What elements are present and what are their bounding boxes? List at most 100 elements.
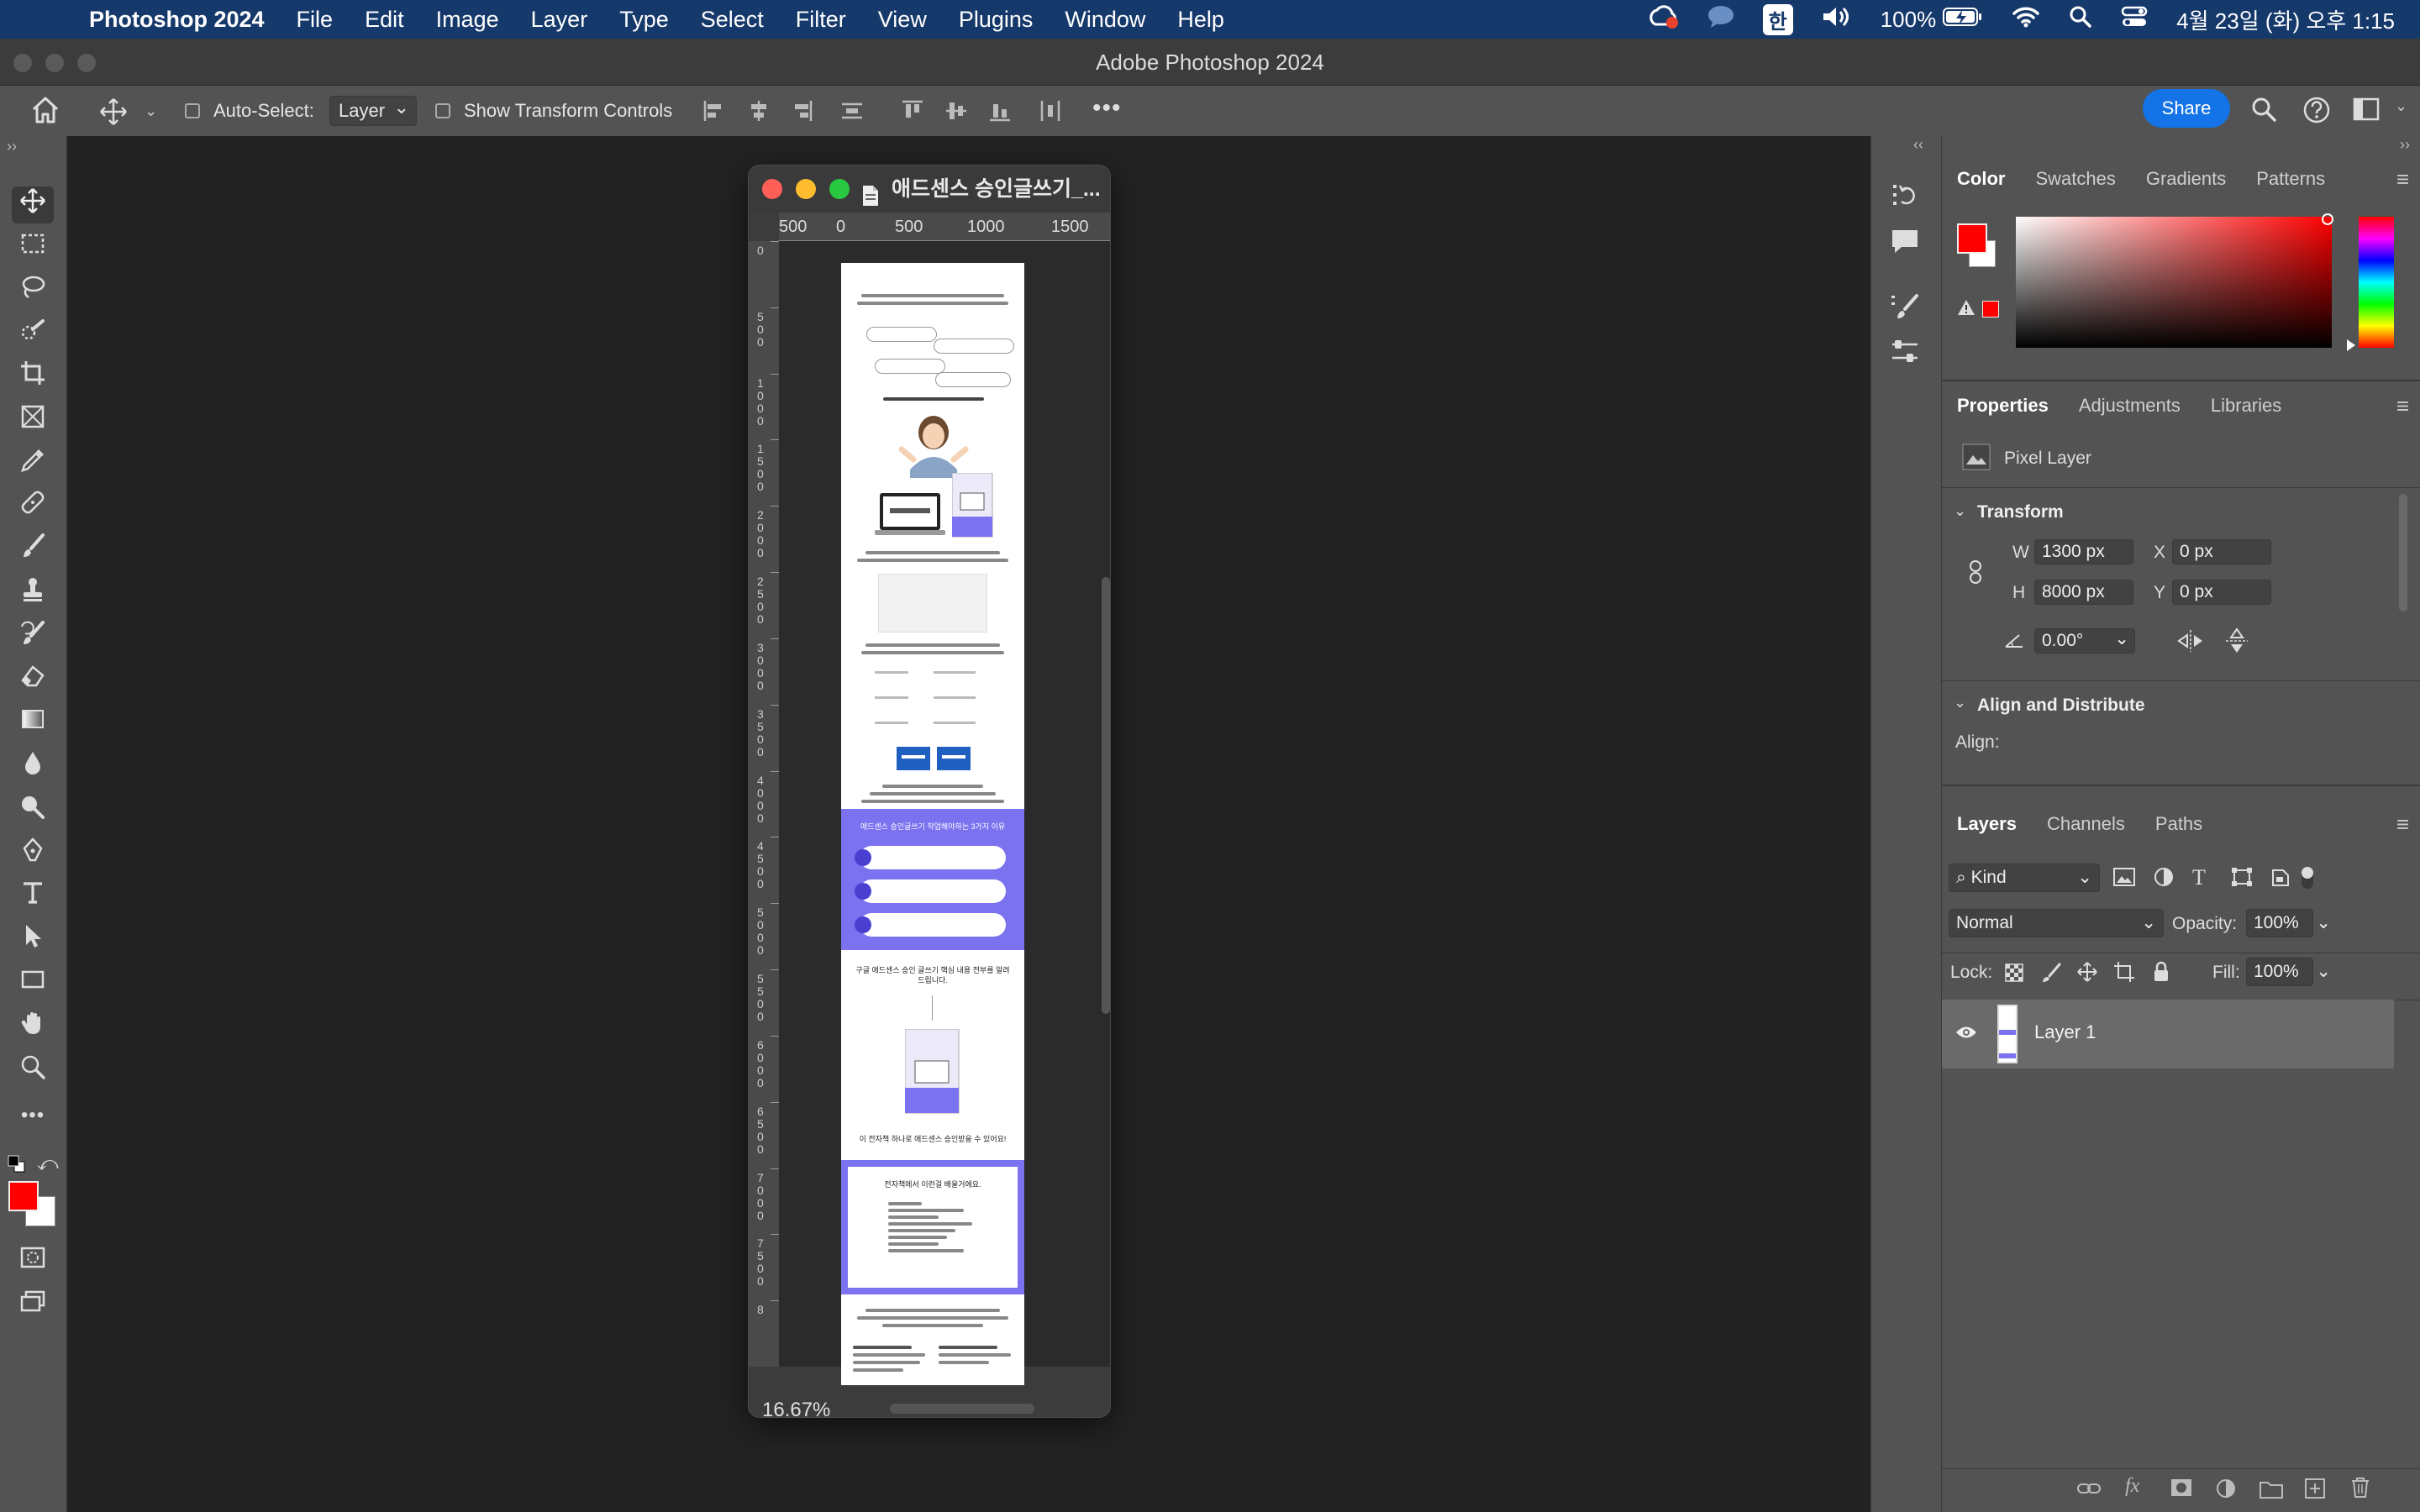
more-options-icon[interactable]: ••• xyxy=(1092,94,1122,123)
layer-filter-kind-dropdown[interactable]: ⌕ Kind ⌄ xyxy=(1949,864,2100,892)
out-of-gamut-warning-icon[interactable] xyxy=(1957,299,1975,320)
workspace-icon[interactable] xyxy=(2353,97,2381,125)
quick-mask-icon[interactable] xyxy=(12,1243,54,1280)
auto-select-dropdown[interactable]: Layer ⌄ xyxy=(329,96,417,126)
menu-select[interactable]: Select xyxy=(685,7,780,33)
zoom-level[interactable]: 16.67% xyxy=(762,1399,830,1417)
creative-cloud-icon[interactable] xyxy=(1647,4,1679,35)
spotlight-search-icon[interactable] xyxy=(2069,5,2092,34)
height-input[interactable]: 8000 px xyxy=(2034,580,2133,605)
adjustments-panel-icon[interactable] xyxy=(1890,338,1920,370)
clone-stamp-tool-icon[interactable] xyxy=(12,576,54,613)
menu-help[interactable]: Help xyxy=(1161,7,1240,33)
align-distribute-section-title[interactable]: Align and Distribute xyxy=(1977,696,2145,716)
tab-patterns[interactable]: Patterns xyxy=(2241,158,2340,200)
zoom-tool-icon[interactable] xyxy=(12,1053,54,1090)
link-layers-icon[interactable] xyxy=(2076,1480,2102,1501)
eye-visibility-icon[interactable] xyxy=(1955,1025,1977,1044)
window-close-button[interactable] xyxy=(13,54,32,72)
color-panel-menu-icon[interactable]: ≡ xyxy=(2396,166,2409,192)
doc-zoom-button[interactable] xyxy=(829,179,850,199)
workspace-chevron-icon[interactable]: ⌄ xyxy=(2395,97,2407,115)
screen-mode-icon[interactable] xyxy=(12,1287,54,1324)
filter-smart-object-icon[interactable] xyxy=(2271,867,2290,891)
align-horizontal-center-icon[interactable] xyxy=(748,99,770,128)
menu-layer[interactable]: Layer xyxy=(515,7,604,33)
move-tool-preset-icon[interactable] xyxy=(99,97,128,131)
horizontal-ruler[interactable]: 500 0 500 1000 1500 xyxy=(779,213,1110,241)
menu-filter[interactable]: Filter xyxy=(780,7,862,33)
align-vertical-center-icon[interactable] xyxy=(944,99,968,128)
control-center-icon[interactable] xyxy=(2121,5,2148,34)
help-icon[interactable] xyxy=(2302,96,2331,129)
tab-libraries[interactable]: Libraries xyxy=(2196,385,2296,427)
tab-paths[interactable]: Paths xyxy=(2140,803,2217,845)
artboard-canvas[interactable]: 애드센스 승인글쓰기 작업해야하는 3가지 이유 구글 애드센스 승인 글쓰기 … xyxy=(841,263,1024,1385)
foreground-color-swatch[interactable] xyxy=(8,1181,39,1211)
move-tool-icon[interactable] xyxy=(12,186,54,223)
align-right-icon[interactable] xyxy=(792,99,813,128)
lock-position-icon[interactable] xyxy=(2076,961,2098,987)
rectangle-tool-icon[interactable] xyxy=(12,966,54,1003)
tab-adjustments[interactable]: Adjustments xyxy=(2064,385,2196,427)
filter-shape-icon[interactable] xyxy=(2231,867,2253,891)
menu-edit[interactable]: Edit xyxy=(349,7,420,33)
gradient-tool-icon[interactable] xyxy=(12,706,54,743)
opacity-input[interactable]: 100% ⌄ xyxy=(2246,909,2331,937)
doc-close-button[interactable] xyxy=(762,179,782,199)
app-menu[interactable]: Photoshop 2024 xyxy=(89,7,281,33)
x-input[interactable]: 0 px xyxy=(2172,539,2271,564)
fill-input[interactable]: 100% ⌄ xyxy=(2246,958,2331,986)
share-button[interactable]: Share xyxy=(2143,89,2230,128)
gamut-color-chip[interactable] xyxy=(1982,301,1999,318)
distribute-horizontal-icon[interactable] xyxy=(1039,99,1062,128)
color-field-picker[interactable] xyxy=(2322,213,2333,225)
filter-toggle-switch[interactable] xyxy=(2302,867,2313,889)
chevron-down-icon[interactable]: ⌄ xyxy=(1954,694,1966,711)
document-title-bar[interactable]: 애드센스 승인글쓰기_... xyxy=(749,165,1110,213)
show-transform-controls-checkbox[interactable] xyxy=(435,103,450,118)
new-group-icon[interactable] xyxy=(2260,1480,2283,1503)
distribute-vertical-icon[interactable] xyxy=(840,99,864,128)
input-method-indicator[interactable]: 한 xyxy=(1762,3,1793,35)
default-colors-icon[interactable] xyxy=(7,1154,27,1179)
filter-pixel-icon[interactable] xyxy=(2113,867,2135,891)
window-zoom-button[interactable] xyxy=(77,54,96,72)
home-icon[interactable] xyxy=(30,96,60,129)
blur-tool-icon[interactable] xyxy=(12,749,54,786)
layer-thumbnail[interactable] xyxy=(1997,1005,2018,1063)
messages-icon[interactable] xyxy=(1707,5,1734,34)
menu-file[interactable]: File xyxy=(281,7,350,33)
tab-color[interactable]: Color xyxy=(1942,158,2020,200)
align-bottom-icon[interactable] xyxy=(988,99,1012,128)
doc-minimize-button[interactable] xyxy=(796,179,816,199)
layers-panel-menu-icon[interactable]: ≡ xyxy=(2396,811,2409,837)
blend-mode-dropdown[interactable]: Normal ⌄ xyxy=(1949,909,2164,937)
menu-window[interactable]: Window xyxy=(1049,7,1161,33)
flip-vertical-icon[interactable] xyxy=(2224,627,2249,659)
search-icon[interactable] xyxy=(2250,96,2277,127)
battery-icon[interactable] xyxy=(1943,7,1983,33)
new-layer-icon[interactable] xyxy=(2305,1478,2325,1503)
volume-icon[interactable] xyxy=(1822,5,1852,34)
hue-slider-pointer[interactable] xyxy=(2347,339,2355,351)
menu-plugins[interactable]: Plugins xyxy=(943,7,1050,33)
eyedropper-tool-icon[interactable] xyxy=(12,447,54,484)
lock-image-pixels-icon[interactable] xyxy=(2041,963,2061,987)
chevron-down-icon[interactable]: ⌄ xyxy=(1954,502,1966,520)
angle-input[interactable]: 0.00° ⌄ xyxy=(2034,628,2135,654)
add-mask-icon[interactable] xyxy=(2170,1478,2192,1501)
y-input[interactable]: 0 px xyxy=(2172,580,2271,605)
object-selection-tool-icon[interactable] xyxy=(12,318,54,354)
brush-tool-icon[interactable] xyxy=(12,533,54,570)
menu-type[interactable]: Type xyxy=(603,7,685,33)
lock-all-icon[interactable] xyxy=(2152,961,2170,987)
vertical-ruler[interactable]: 0 500 1000 1500 2000 2500 3000 3500 4000 4500 5000… xyxy=(749,241,779,1367)
history-brush-tool-icon[interactable] xyxy=(12,620,54,657)
brush-settings-panel-icon[interactable] xyxy=(1890,292,1920,325)
flip-horizontal-icon[interactable] xyxy=(2175,628,2206,658)
eraser-tool-icon[interactable] xyxy=(12,662,54,699)
transform-section-title[interactable]: Transform xyxy=(1977,502,2064,522)
menu-view[interactable]: View xyxy=(862,7,943,33)
layer-row[interactable]: Layer 1 xyxy=(1942,1000,2394,1068)
